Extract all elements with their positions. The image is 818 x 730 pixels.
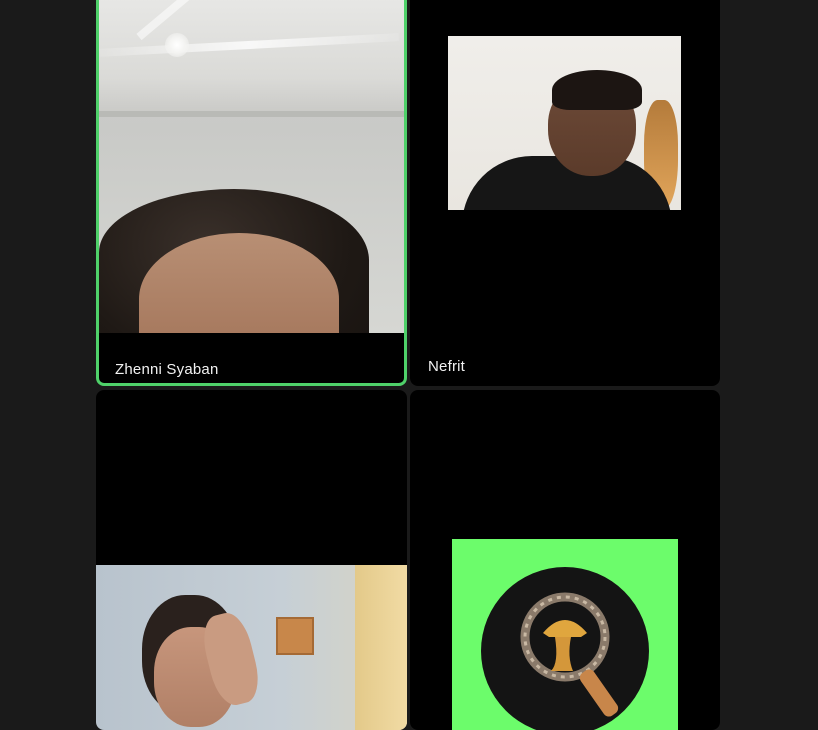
participant-video xyxy=(99,0,404,333)
profile-logo-background xyxy=(452,539,678,730)
ceiling xyxy=(99,0,404,115)
wall-picture-frame xyxy=(276,617,314,655)
participant-video xyxy=(96,565,407,730)
participant-tile-nefrit[interactable]: Nefrit xyxy=(410,0,720,386)
person-hair xyxy=(552,70,642,110)
participant-video xyxy=(448,36,681,210)
logo-circle xyxy=(481,567,649,730)
magnifying-glass-detective-icon xyxy=(520,592,619,717)
curtain xyxy=(355,565,407,730)
ceiling-lamp xyxy=(165,33,189,57)
participant-tile-3[interactable] xyxy=(96,390,407,730)
participant-name-label: Nefrit xyxy=(428,358,466,375)
participant-tile-4[interactable] xyxy=(410,390,720,730)
participant-name-label: Zhenni Syaban xyxy=(115,361,219,378)
participant-tile-zhenni-syaban[interactable]: Zhenni Syaban xyxy=(96,0,407,386)
